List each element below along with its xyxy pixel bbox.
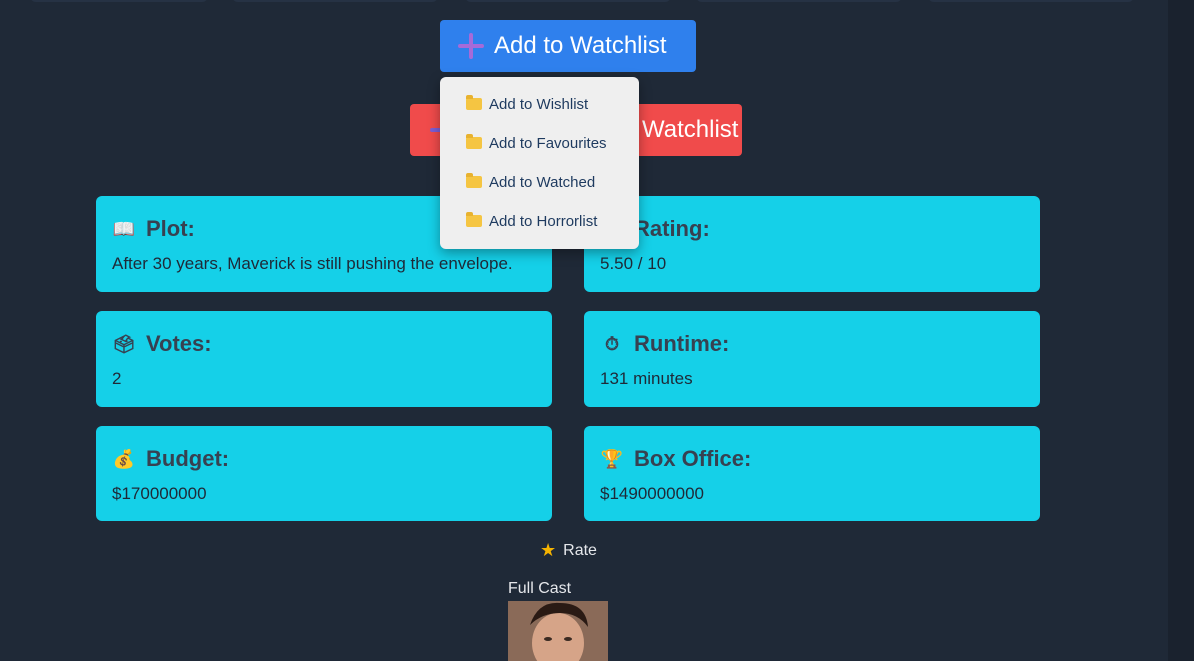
plus-icon [458, 33, 484, 59]
top-card [465, 0, 671, 2]
menu-item-wishlist[interactable]: Add to Wishlist [466, 93, 588, 115]
top-card [696, 0, 902, 2]
runtime-title: Runtime: [634, 331, 730, 356]
trophy-icon: 🏆 [600, 449, 624, 469]
full-cast-heading: Full Cast [508, 580, 572, 597]
book-icon: 📖 [112, 219, 136, 239]
folder-icon [466, 173, 482, 188]
budget-card: 💰 Budget: $170000000 [96, 426, 552, 521]
folder-icon [466, 134, 482, 149]
top-card [30, 0, 208, 2]
folder-icon [466, 95, 482, 110]
menu-item-label: Add to Watched [489, 173, 596, 191]
menu-item-label: Add to Favourites [489, 134, 607, 152]
watchlist-dropdown-menu: Add to Wishlist Add to Favourites Add to… [440, 77, 639, 249]
cast-photo[interactable] [508, 601, 608, 661]
runtime-value: 131 minutes [600, 369, 693, 388]
rate-button[interactable]: ★ Rate [540, 540, 597, 561]
scrollbar[interactable] [1168, 0, 1194, 661]
budget-title: Budget: [146, 446, 230, 471]
remove-watchlist-label: Watchlist [642, 116, 739, 143]
box-office-title: Box Office: [634, 446, 752, 471]
ballot-box-icon: 🗳 [112, 334, 136, 354]
runtime-card: ⏱ Runtime: 131 minutes [584, 311, 1040, 407]
add-to-watchlist-label: Add to Watchlist [494, 32, 667, 59]
votes-card: 🗳 Votes: 2 [96, 311, 552, 407]
rating-title: Rating: [634, 216, 710, 241]
rate-label: Rate [563, 541, 597, 559]
menu-item-favourites[interactable]: Add to Favourites [466, 132, 607, 154]
box-office-card: 🏆 Box Office: $1490000000 [584, 426, 1040, 521]
money-bag-icon: 💰 [112, 449, 136, 469]
box-office-value: $1490000000 [600, 484, 705, 503]
rating-card: ⭐ Rating: 5.50 / 10 [584, 196, 1040, 292]
menu-item-watched[interactable]: Add to Watched [466, 171, 595, 193]
menu-item-label: Add to Horrorlist [489, 212, 598, 230]
menu-item-label: Add to Wishlist [489, 95, 589, 113]
rating-value: 5.50 / 10 [600, 254, 667, 273]
plot-title: Plot: [146, 216, 195, 241]
stopwatch-icon: ⏱ [604, 334, 620, 354]
folder-icon [466, 212, 482, 227]
top-card [928, 0, 1134, 2]
top-card [232, 0, 438, 2]
plot-value: After 30 years, Maverick is still pushin… [112, 254, 513, 273]
votes-title: Votes: [146, 331, 212, 356]
star-icon: ★ [540, 540, 557, 560]
budget-value: $170000000 [112, 484, 207, 503]
votes-value: 2 [112, 369, 122, 388]
add-to-watchlist-button[interactable]: Add to Watchlist [440, 20, 696, 72]
menu-item-horrorlist[interactable]: Add to Horrorlist [466, 210, 597, 232]
